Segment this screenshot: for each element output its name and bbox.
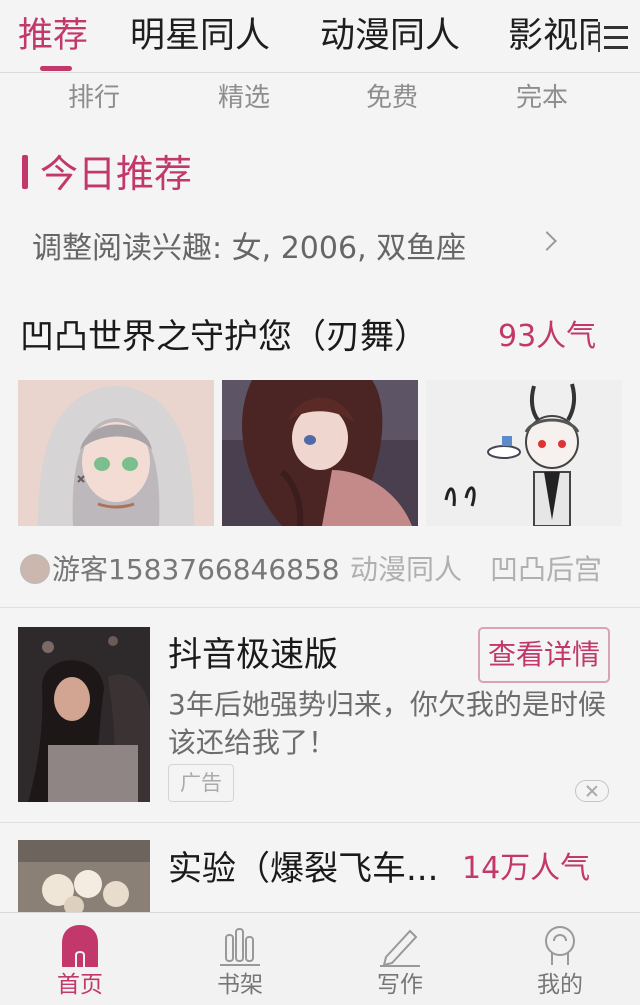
section-marker xyxy=(22,155,28,189)
nav-write[interactable]: 写作 xyxy=(320,913,480,1005)
book-cover-image[interactable] xyxy=(426,380,622,526)
ad-image[interactable] xyxy=(18,627,150,802)
book-tag[interactable]: 动漫同人 xyxy=(350,550,462,590)
pen-icon xyxy=(380,923,420,967)
book-tag[interactable]: 凹凸后宫 xyxy=(490,550,602,590)
tab-celebrity-fanfic[interactable]: 明星同人 xyxy=(130,14,270,58)
ad-badge: 广告 xyxy=(168,764,234,802)
tab-recommend[interactable]: 推荐 xyxy=(18,14,88,58)
nav-label: 写作 xyxy=(377,972,423,998)
subtab-completed[interactable]: 完本 xyxy=(516,80,568,116)
nav-home[interactable]: 首页 xyxy=(0,913,160,1005)
author-name[interactable]: 游客1583766846858 xyxy=(52,550,340,590)
nav-bookshelf[interactable]: 书架 xyxy=(160,913,320,1005)
nav-label: 我的 xyxy=(537,972,583,998)
category-tab-bar: 推荐 明星同人 动漫同人 影视同 xyxy=(0,0,640,73)
subtab-ranking[interactable]: 排行 xyxy=(68,80,120,116)
home-icon xyxy=(60,923,100,967)
menu-icon[interactable] xyxy=(598,18,634,58)
ad-title[interactable]: 抖音极速版 xyxy=(168,632,338,678)
adjust-interest-link[interactable]: 调整阅读兴趣: 女, 2006, 双鱼座 xyxy=(32,228,466,270)
profile-icon xyxy=(540,923,580,967)
book-cover-image[interactable] xyxy=(18,840,150,912)
divider xyxy=(0,822,640,823)
close-ad-icon[interactable] xyxy=(575,780,609,802)
ad-description[interactable]: 3年后她强势归来，你欠我的是时候该还给我了！ xyxy=(168,686,628,762)
chevron-right-icon xyxy=(537,231,557,251)
author-avatar[interactable] xyxy=(20,554,50,584)
nav-label: 书架 xyxy=(217,972,263,998)
subtab-featured[interactable]: 精选 xyxy=(218,80,270,116)
section-title: 今日推荐 xyxy=(40,152,193,196)
active-tab-indicator xyxy=(40,66,72,71)
divider xyxy=(0,607,640,608)
nav-profile[interactable]: 我的 xyxy=(480,913,640,1005)
book-cover-image[interactable] xyxy=(18,380,214,526)
nav-label: 首页 xyxy=(57,972,103,998)
book-cover-image[interactable] xyxy=(222,380,418,526)
subtab-free[interactable]: 免费 xyxy=(366,80,418,116)
view-details-button[interactable]: 查看详情 xyxy=(478,627,610,683)
book-title[interactable]: 实验（爆裂飞车... xyxy=(168,846,438,892)
popularity-count: 93人气 xyxy=(498,319,597,354)
book-title[interactable]: 凹凸世界之守护您（刃舞） xyxy=(20,314,428,360)
tab-anime-fanfic[interactable]: 动漫同人 xyxy=(320,14,460,58)
popularity-count: 14万人气 xyxy=(462,851,591,886)
bottom-nav: 首页 书架 写作 我的 xyxy=(0,912,640,1005)
bookshelf-icon xyxy=(220,923,260,967)
